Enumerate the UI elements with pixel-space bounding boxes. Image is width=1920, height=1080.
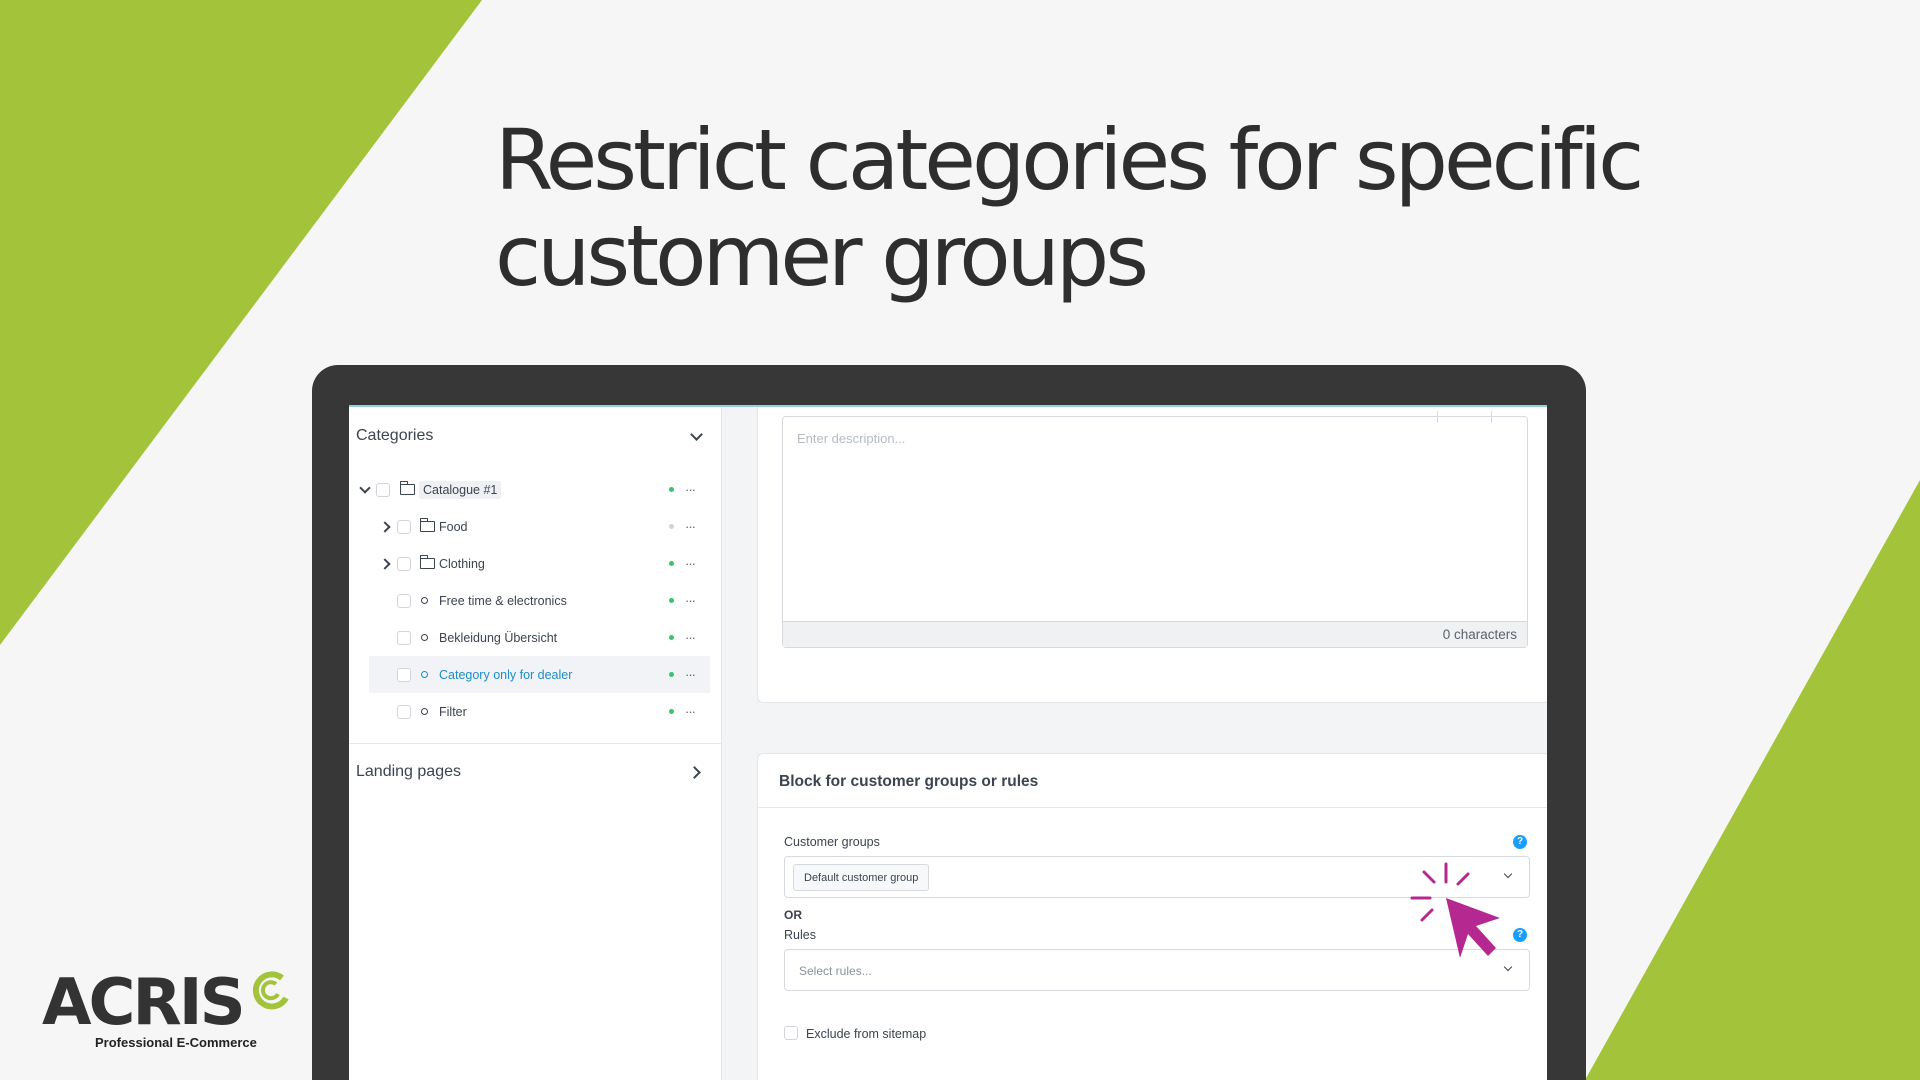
headline-line-2: customer groups: [495, 207, 1149, 305]
exclude-sitemap-label: Exclude from sitemap: [806, 1027, 927, 1041]
toolbar-divider: [1491, 411, 1492, 423]
landing-pages-section-header[interactable]: Landing pages: [356, 759, 706, 785]
category-sidebar: Categories Catalogue #1 ··· Food ··· Clo…: [349, 407, 722, 1080]
tree-item-checkbox[interactable]: [397, 704, 411, 719]
headline-line-1: Restrict categories for specific: [495, 111, 1644, 209]
logo-tagline: Professional E-Commerce: [95, 1035, 257, 1050]
landing-pages-title: Landing pages: [356, 763, 461, 780]
description-editor[interactable]: Enter description... 0 characters: [782, 411, 1528, 648]
description-card: Enter description... 0 characters: [757, 407, 1547, 703]
circle-icon: [421, 671, 428, 678]
category-tree: Catalogue #1 ··· Food ··· Clothing ··· F…: [349, 471, 722, 730]
more-icon[interactable]: ···: [685, 630, 696, 645]
tree-item-checkbox[interactable]: [376, 482, 390, 497]
status-dot: [669, 561, 674, 566]
chevron-down-icon[interactable]: [359, 484, 371, 496]
categories-title: Categories: [356, 427, 434, 444]
tree-item-label: Food: [439, 519, 468, 534]
click-cursor-icon: [1410, 862, 1500, 958]
green-triangle-right: [1585, 480, 1920, 1080]
more-icon[interactable]: ···: [685, 593, 696, 608]
circle-icon: [421, 597, 428, 604]
help-icon[interactable]: ?: [1513, 835, 1527, 849]
sidebar-divider: [349, 743, 722, 744]
or-separator: OR: [784, 908, 802, 922]
tree-item-catalogue[interactable]: Catalogue #1 ···: [349, 471, 722, 508]
customer-group-chip[interactable]: Default customer group: [793, 864, 930, 891]
toolbar-divider: [1437, 411, 1438, 423]
tree-item-label: Clothing: [439, 556, 485, 571]
tree-item-free-time[interactable]: Free time & electronics ···: [349, 582, 722, 619]
chevron-down-icon[interactable]: [1505, 964, 1513, 972]
page-headline: Restrict categories for specific custome…: [495, 112, 1695, 304]
status-dot: [669, 524, 674, 529]
tree-item-food[interactable]: Food ···: [349, 508, 722, 545]
admin-screen: Categories Catalogue #1 ··· Food ··· Clo…: [349, 405, 1547, 1080]
help-icon[interactable]: ?: [1513, 928, 1527, 942]
character-counter: 0 characters: [783, 621, 1527, 647]
status-dot: [669, 487, 674, 492]
more-icon[interactable]: ···: [685, 667, 696, 682]
categories-section-header[interactable]: Categories: [356, 423, 706, 449]
chevron-right-icon[interactable]: [686, 762, 706, 782]
more-icon[interactable]: ···: [685, 482, 696, 497]
logo-wordmark: ACRIS: [42, 966, 246, 1040]
rules-label: Rules: [784, 928, 816, 942]
circle-icon: [421, 634, 428, 641]
tree-item-label: Catalogue #1: [419, 480, 502, 499]
acris-logo: ACRIS Professional E-Commerce: [40, 968, 300, 1058]
folder-icon: [419, 518, 435, 532]
status-dot: [669, 672, 674, 677]
more-icon[interactable]: ···: [685, 556, 696, 571]
status-dot: [669, 635, 674, 640]
customer-groups-label: Customer groups: [784, 835, 880, 849]
exclude-sitemap-checkbox[interactable]: [784, 1026, 798, 1040]
logo-mark-icon: [252, 971, 289, 1010]
card-title: Block for customer groups or rules: [758, 754, 1547, 808]
tree-item-label: Category only for dealer: [439, 667, 573, 682]
chevron-down-icon[interactable]: [686, 426, 706, 446]
chevron-right-icon[interactable]: [381, 558, 393, 570]
tree-item-label: Free time & electronics: [439, 593, 567, 608]
tree-item-bekleidung[interactable]: Bekleidung Übersicht ···: [349, 619, 722, 656]
folder-icon: [419, 555, 435, 569]
tree-item-label: Bekleidung Übersicht: [439, 630, 558, 645]
tree-item-checkbox[interactable]: [397, 593, 411, 608]
tree-item-dealer-category[interactable]: Category only for dealer ···: [369, 656, 710, 693]
more-icon[interactable]: ···: [685, 519, 696, 534]
tree-item-checkbox[interactable]: [397, 556, 411, 571]
chevron-right-icon[interactable]: [381, 521, 393, 533]
status-dot: [669, 709, 674, 714]
tree-item-filter[interactable]: Filter ···: [349, 693, 722, 730]
circle-icon: [421, 708, 428, 715]
tree-item-checkbox[interactable]: [397, 667, 411, 682]
more-icon[interactable]: ···: [685, 704, 696, 719]
tree-item-label: Filter: [439, 704, 467, 719]
tree-item-checkbox[interactable]: [397, 630, 411, 645]
folder-open-icon: [399, 481, 415, 495]
tree-item-checkbox[interactable]: [397, 519, 411, 534]
tree-item-clothing[interactable]: Clothing ···: [349, 545, 722, 582]
description-placeholder: Enter description...: [797, 431, 906, 446]
status-dot: [669, 598, 674, 603]
rules-placeholder: Select rules...: [799, 964, 872, 978]
